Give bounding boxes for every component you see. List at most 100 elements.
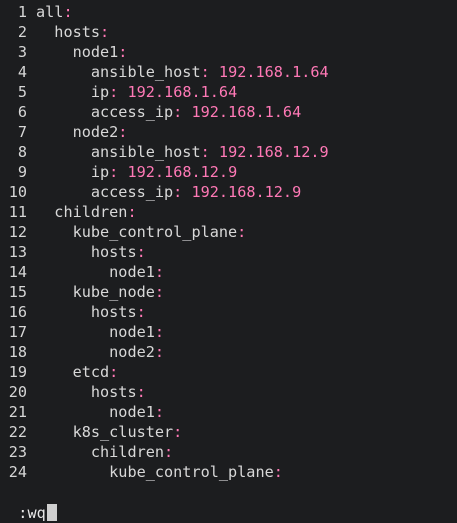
line-number: 5 [17,83,27,101]
line-content: node2: [36,123,128,141]
yaml-colon: : [154,343,165,361]
yaml-value: 192.168.12.9 [191,183,302,201]
yaml-colon: : [154,323,165,341]
code-line[interactable]: 17 node1: [0,322,457,342]
code-line[interactable]: 13 hosts: [0,242,457,262]
code-line[interactable]: 15 kube_node: [0,282,457,302]
yaml-key: node2 [109,343,155,361]
yaml-colon: : [127,203,137,221]
yaml-colon: : [63,3,73,21]
yaml-colon: : [118,123,128,141]
code-line[interactable]: 5 ip: 192.168.1.64 [0,82,457,102]
yaml-key: hosts [90,303,137,321]
line-number: 18 [8,343,27,361]
yaml-value: 192.168.1.64 [191,103,302,121]
line-content: node1: [36,403,164,421]
yaml-colon: : [154,403,165,421]
code-line[interactable]: 23 children: [0,442,457,462]
line-content: hosts: [36,243,146,261]
yaml-key: kube_control_plane [72,223,238,241]
line-number: 17 [8,323,27,341]
code-line[interactable]: 3 node1: [0,42,457,62]
yaml-colon: : [109,83,119,101]
yaml-key: access_ip [90,103,174,121]
text-editor[interactable]: 1 all: 2 hosts: 3 node1: 4 ansible_host: 192… [0,2,457,482]
yaml-colon: : [173,183,183,201]
code-line[interactable]: 11 children: [0,202,457,222]
yaml-key: etcd [72,363,110,381]
line-number: 23 [8,443,27,461]
line-number: 8 [17,143,27,161]
yaml-key: node1 [109,323,155,341]
line-content: ip: 192.168.1.64 [36,83,237,101]
code-line[interactable]: 16 hosts: [0,302,457,322]
line-content: hosts: [36,383,146,401]
line-number: 7 [17,123,27,141]
yaml-colon: : [200,143,210,161]
code-line[interactable]: 6 access_ip: 192.168.1.64 [0,102,457,122]
yaml-colon: : [164,443,174,461]
line-content: node1: [36,323,164,341]
code-line[interactable]: 21 node1: [0,402,457,422]
yaml-value: 192.168.12.9 [127,163,238,181]
code-line[interactable]: 8 ansible_host: 192.168.12.9 [0,142,457,162]
command-text: :wq [18,504,46,522]
code-line[interactable]: 22 k8s_cluster: [0,422,457,442]
code-line[interactable]: 12 kube_control_plane: [0,222,457,242]
yaml-key: hosts [90,383,137,401]
code-line[interactable]: 19 etcd: [0,362,457,382]
yaml-value: 192.168.1.64 [127,83,238,101]
line-content: ip: 192.168.12.9 [36,163,237,181]
yaml-colon: : [200,63,210,81]
line-number: 14 [8,263,27,281]
line-number: 3 [17,43,27,61]
code-line[interactable]: 24 kube_control_plane: [0,462,457,482]
code-line[interactable]: 2 hosts: [0,22,457,42]
code-line[interactable]: 9 ip: 192.168.12.9 [0,162,457,182]
yaml-key: node1 [72,43,119,61]
line-content: ansible_host: 192.168.12.9 [36,143,329,161]
line-content: ansible_host: 192.168.1.64 [36,63,329,81]
line-number: 20 [8,383,27,401]
yaml-key: children [54,203,128,221]
line-number: 6 [17,103,27,121]
command-line[interactable]: :wq [0,483,57,522]
line-content: etcd: [36,363,119,381]
line-content: hosts: [36,23,109,41]
code-line[interactable]: 18 node2: [0,342,457,362]
line-number: 10 [8,183,27,201]
yaml-key: ip [90,163,110,181]
yaml-key: access_ip [90,183,174,201]
yaml-colon: : [237,223,247,241]
line-content: node1: [36,43,128,61]
code-line[interactable]: 1 all: [0,2,457,22]
code-line[interactable]: 20 hosts: [0,382,457,402]
separator-space [210,63,219,81]
code-line[interactable]: 4 ansible_host: 192.168.1.64 [0,62,457,82]
code-line[interactable]: 14 node1: [0,262,457,282]
yaml-colon: : [154,283,165,301]
line-number: 22 [8,423,27,441]
line-content: node1: [36,263,164,281]
editor-lines: 1 all: 2 hosts: 3 node1: 4 ansible_host: 192… [0,2,457,482]
line-number: 13 [8,243,27,261]
code-line[interactable]: 10 access_ip: 192.168.12.9 [0,182,457,202]
code-line[interactable]: 7 node2: [0,122,457,142]
line-content: k8s_cluster: [36,423,183,441]
yaml-colon: : [136,243,146,261]
yaml-key: ansible_host [90,143,201,161]
